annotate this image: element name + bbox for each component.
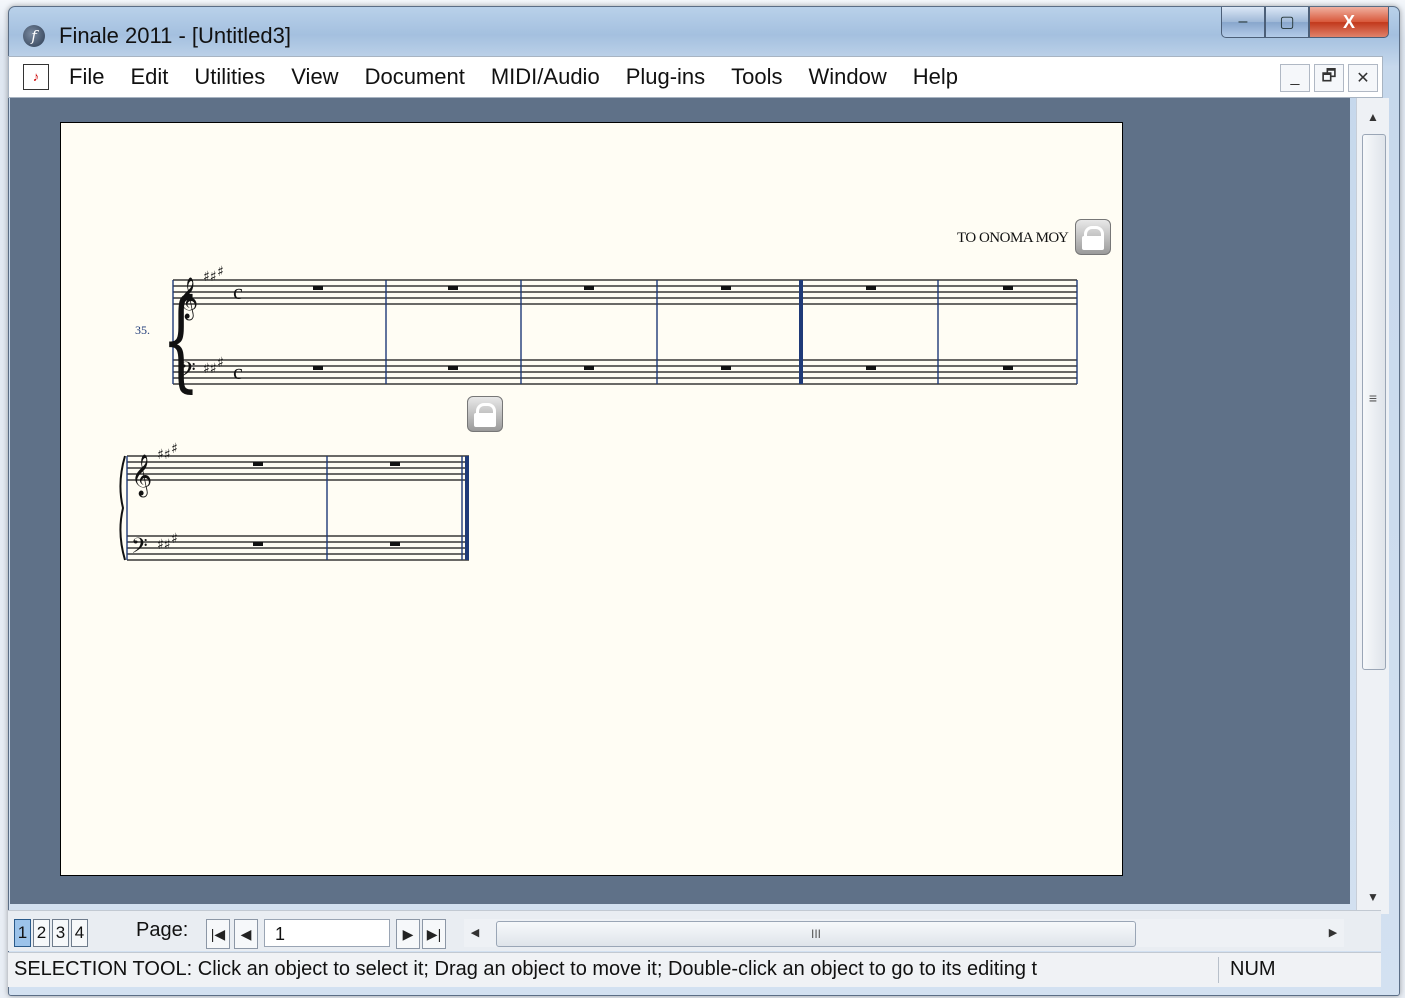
menu-bar: ♪ File Edit Utilities View Document MIDI… xyxy=(8,56,1383,98)
document-icon[interactable]: ♪ xyxy=(23,64,49,90)
menu-file[interactable]: File xyxy=(69,64,104,90)
prev-page-icon[interactable]: ◀ xyxy=(234,919,258,949)
maximize-button[interactable]: ▢ xyxy=(1265,7,1309,38)
page-label: Page: xyxy=(136,919,189,941)
status-divider xyxy=(1218,957,1219,983)
last-page-icon[interactable]: ▶| xyxy=(422,919,446,949)
music-notation: 𝄞 𝄢 ♯♯ ♯ ♯♯ ♯ c c { 35. 𝄞 𝄢 ♯♯ ♯ ♯♯ ♯ xyxy=(119,264,1078,564)
page-number-input[interactable]: 1 xyxy=(264,919,390,947)
scroll-grip-icon: ≡ xyxy=(1368,390,1378,406)
svg-text:𝄞: 𝄞 xyxy=(131,454,152,497)
menu-plug-ins[interactable]: Plug-ins xyxy=(626,64,705,90)
svg-text:𝄢: 𝄢 xyxy=(131,534,148,564)
svg-text:c: c xyxy=(233,359,243,384)
svg-text:{: { xyxy=(162,275,200,403)
menu-midi-audio[interactable]: MIDI/Audio xyxy=(491,64,600,90)
svg-text:♯♯: ♯♯ xyxy=(157,537,171,553)
page-view-3-button[interactable]: 3 xyxy=(52,919,69,947)
svg-text:♯♯: ♯♯ xyxy=(203,269,217,285)
svg-text:c: c xyxy=(233,279,243,304)
window-title: Finale 2011 - [Untitled3] xyxy=(59,23,291,48)
menu-edit[interactable]: Edit xyxy=(130,64,168,90)
menu-tools[interactable]: Tools xyxy=(731,64,782,90)
measure-number: 35. xyxy=(135,323,150,337)
finale-logo-icon[interactable]: f xyxy=(23,25,45,47)
num-lock-indicator: NUM xyxy=(1230,958,1276,980)
svg-text:♯: ♯ xyxy=(171,531,178,547)
close-button[interactable]: X xyxy=(1309,7,1389,38)
horizontal-scrollbar[interactable]: ◀ III ▶ xyxy=(464,919,1344,947)
score-workspace[interactable]: TO ΟΝΟΜΑ ΜΟΥ � xyxy=(10,98,1350,904)
scroll-left-icon[interactable]: ◀ xyxy=(464,919,486,947)
scroll-up-icon[interactable]: ▲ xyxy=(1357,104,1389,130)
score-page[interactable]: TO ΟΝΟΜΑ ΜΟΥ � xyxy=(60,122,1123,876)
menu-utilities[interactable]: Utilities xyxy=(194,64,265,90)
page-view-1-button[interactable]: 1 xyxy=(14,919,31,947)
menu-view[interactable]: View xyxy=(291,64,338,90)
doc-minimize-button[interactable]: _ xyxy=(1280,64,1310,92)
page-view-4-button[interactable]: 4 xyxy=(71,919,88,947)
title-bar[interactable]: f Finale 2011 - [Untitled3] – ▢ X xyxy=(9,7,1399,59)
vertical-scrollbar[interactable]: ▲ ≡ ▼ xyxy=(1356,98,1389,914)
window-controls: – ▢ X xyxy=(1221,7,1389,38)
svg-text:♯♯: ♯♯ xyxy=(203,361,217,377)
scroll-down-icon[interactable]: ▼ xyxy=(1357,884,1389,910)
first-page-icon[interactable]: |◀ xyxy=(206,919,230,949)
menu-items: File Edit Utilities View Document MIDI/A… xyxy=(69,57,984,97)
doc-close-button[interactable]: ✕ xyxy=(1348,64,1378,92)
document-window-controls: _ 🗗 ✕ xyxy=(1276,64,1378,92)
system-2[interactable] xyxy=(127,455,469,561)
menu-help[interactable]: Help xyxy=(913,64,958,90)
status-bar: SELECTION TOOL: Click an object to selec… xyxy=(8,952,1381,987)
next-page-icon[interactable]: ▶ xyxy=(396,919,420,949)
doc-restore-button[interactable]: 🗗 xyxy=(1314,64,1344,92)
page-view-2-button[interactable]: 2 xyxy=(33,919,50,947)
minimize-button[interactable]: – xyxy=(1221,7,1265,38)
svg-text:♯: ♯ xyxy=(171,441,178,457)
menu-window[interactable]: Window xyxy=(809,64,887,90)
svg-text:♯: ♯ xyxy=(217,355,224,371)
page-navigation-bar: 1 2 3 4 Page: |◀ ◀ 1 ▶ ▶| ◀ III ▶ xyxy=(8,910,1381,951)
page-view-buttons: 1 2 3 4 xyxy=(14,919,90,947)
scroll-right-icon[interactable]: ▶ xyxy=(1322,919,1344,947)
status-message: SELECTION TOOL: Click an object to selec… xyxy=(14,958,1038,980)
menu-document[interactable]: Document xyxy=(365,64,465,90)
svg-text:♯♯: ♯♯ xyxy=(157,447,171,463)
horizontal-scroll-thumb[interactable]: III xyxy=(496,921,1136,947)
system-1[interactable] xyxy=(173,279,1077,385)
svg-text:♯: ♯ xyxy=(217,264,224,280)
